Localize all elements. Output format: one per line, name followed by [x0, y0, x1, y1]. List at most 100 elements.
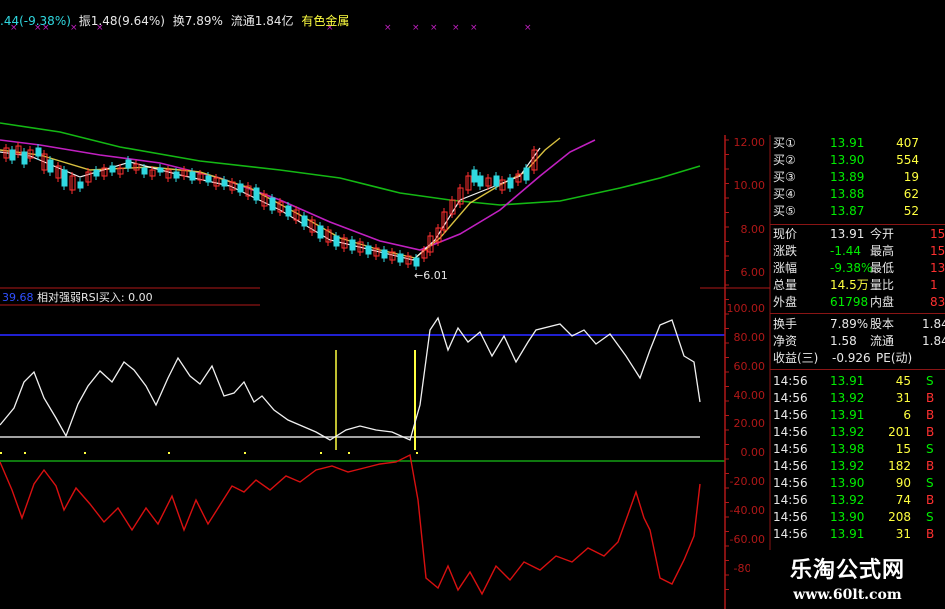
trade-tick-row: 14:56 13.91 6 B [770, 407, 945, 424]
quote-label-2: 今开 [870, 227, 895, 241]
candlesticks [3, 142, 538, 270]
bid-volume: 554 [896, 153, 919, 167]
candle-body [221, 179, 228, 187]
rsi-indicator-title[interactable]: 39.68 相对强弱RSI买入: 0.00 [2, 289, 153, 305]
watermark: 乐淘公式网 www.60lt.com [750, 556, 945, 609]
candle-body [35, 147, 42, 157]
candle-body [365, 245, 372, 255]
candle-body [189, 171, 196, 181]
bid-price: 13.87 [830, 204, 865, 218]
order-book-row[interactable]: 买① 13.91 407 [770, 135, 945, 152]
bid-label: 买① [773, 136, 796, 150]
trade-price: 13.92 [830, 425, 865, 439]
candle-body [173, 171, 180, 179]
trade-tick-row: 14:56 13.92 182 B [770, 458, 945, 475]
rsi-axis-label: -40.00 [730, 504, 765, 517]
stats-label: 净资 [773, 334, 798, 348]
signal-dot [244, 452, 246, 454]
trade-volume: 90 [895, 476, 911, 490]
trade-time: 14:56 [773, 374, 808, 388]
quote-label: 现价 [773, 227, 798, 241]
trade-price: 13.90 [830, 476, 865, 490]
candle-body [61, 169, 68, 187]
signal-dot [348, 452, 350, 454]
candle-body [77, 181, 84, 189]
turnover-value: 7.89% [184, 14, 223, 28]
quote-row: 涨跌 -1.44 最高 15 [770, 243, 945, 260]
turnover-label: 换 [172, 14, 185, 28]
quote-value-2: 833 [930, 295, 945, 309]
order-book-row[interactable]: 买③ 13.89 19 [770, 169, 945, 186]
quote-value: -9.38% [830, 261, 873, 275]
rsi-axis-label: 100.00 [727, 302, 766, 315]
event-marker: × [430, 23, 438, 33]
event-marker: × [470, 23, 478, 33]
rsi-axis-label: -60.00 [730, 533, 765, 546]
stats-value-2: 1.84 [922, 317, 945, 331]
quote-row: 总量 14.5万 量比 1 [770, 277, 945, 294]
trade-side: S [926, 442, 934, 456]
signal-dot [320, 452, 322, 454]
candle-body [9, 149, 16, 161]
stats-label: 换手 [773, 317, 798, 331]
quote-label: 涨幅 [773, 261, 798, 275]
ma-mid-line [0, 139, 596, 251]
quote-value-2: 13 [930, 261, 945, 275]
trade-tick-row: 14:56 13.92 201 B [770, 424, 945, 441]
order-book-row[interactable]: 买② 13.90 554 [770, 152, 945, 169]
order-book-row[interactable]: 买⑤ 13.87 52 [770, 203, 945, 220]
rsi-indicator-name: 相对强弱RSI买入 [37, 291, 121, 304]
trade-tick-row: 14:56 13.92 74 B [770, 492, 945, 509]
trade-side: B [926, 459, 935, 473]
bid-label: 买② [773, 153, 796, 167]
candle-body [493, 175, 500, 187]
quote-value: -1.44 [830, 244, 862, 258]
quote-label-2: 量比 [870, 278, 895, 292]
stats-label-2: 股本 [870, 317, 895, 331]
trade-time: 14:56 [773, 425, 808, 439]
bid-price: 13.90 [830, 153, 865, 167]
rsi-axis-label: 60.00 [734, 360, 766, 373]
rsi-axis: 100.00 80.00 60.00 40.00 20.00 0.00 -20.… [727, 302, 766, 575]
sector-link[interactable]: 有色金属 [301, 14, 349, 28]
quote-value-2: 15 [930, 227, 945, 241]
oscillator-line [0, 453, 701, 596]
watermark-url: www.60lt.com [793, 587, 902, 603]
stats-label-2: PE(动) [876, 351, 913, 365]
candle-body [269, 197, 276, 211]
stats-row: 收益(三) -0.926 PE(动) [770, 350, 945, 367]
divider [770, 369, 945, 370]
trade-price: 13.92 [830, 391, 865, 405]
float-label: 流通 [230, 14, 255, 28]
trade-price: 13.92 [830, 493, 865, 507]
event-marker: × [384, 23, 392, 33]
trade-volume: 15 [895, 442, 911, 456]
candle-body [141, 167, 148, 175]
candle-body [237, 183, 244, 193]
candle-body [507, 177, 514, 189]
candle-body [301, 215, 308, 227]
bid-label: 买⑤ [773, 204, 796, 218]
rsi-axis-label: 20.00 [734, 417, 766, 430]
trade-time: 14:56 [773, 408, 808, 422]
moving-average-lines [0, 122, 701, 261]
rsi-left-value: 39.68 [2, 291, 34, 304]
bid-price: 13.88 [830, 187, 865, 201]
stats-label: 收益(三) [773, 351, 819, 365]
trade-tick-row: 14:56 13.92 31 B [770, 390, 945, 407]
quote-label-2: 最高 [870, 244, 895, 258]
order-book-row[interactable]: 买④ 13.88 62 [770, 186, 945, 203]
quote-value: 61798 [830, 295, 869, 309]
rsi-lines [0, 316, 701, 596]
signal-dot [168, 452, 170, 454]
amplitude-value: 1.48(9.64%) [90, 14, 165, 28]
signal-dot [0, 452, 2, 454]
trade-price: 13.92 [830, 459, 865, 473]
trade-tick-row: 14:56 13.98 15 S [770, 441, 945, 458]
stats-label-2: 流通 [870, 334, 895, 348]
bid-volume: 62 [903, 187, 919, 201]
candle-body [471, 169, 478, 183]
stats-row: 换手 7.89% 股本 1.84 [770, 316, 945, 333]
rsi-line [0, 316, 701, 441]
quote-value-2: 15 [930, 244, 945, 258]
